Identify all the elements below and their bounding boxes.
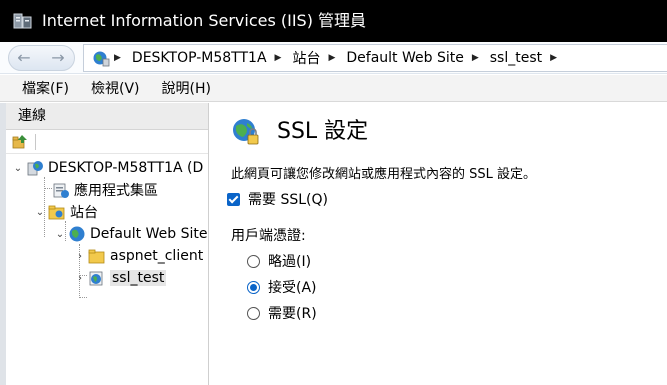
ssl-settings-page: SSL 設定 此網頁可讓您修改網站或應用程式內容的 SSL 設定。 需要 SSL… [215, 103, 667, 385]
arrow-right-icon[interactable]: → [47, 48, 69, 68]
folder-icon [88, 249, 105, 264]
breadcrumb-item-server[interactable]: DESKTOP-M58TT1A [132, 50, 267, 66]
menu-file[interactable]: 檔案(F) [0, 78, 80, 98]
tree-item-server[interactable]: ⌄ DESKTOP-M58TT1A (D [12, 157, 204, 179]
chevron-right-icon[interactable]: ▶ [275, 53, 282, 63]
tree-item-aspnet-client[interactable]: › aspnet_client [74, 245, 203, 267]
toolbar-divider [35, 134, 36, 150]
radio-ignore[interactable]: 略過(I) [247, 251, 311, 271]
web-app-icon [89, 271, 103, 286]
menu-help[interactable]: 說明(H) [151, 78, 222, 98]
require-ssl-label: 需要 SSL(Q) [248, 192, 328, 208]
address-bar[interactable]: ▶ DESKTOP-M58TT1A ▶ 站台 ▶ Default Web Sit… [83, 44, 667, 72]
radio-accept[interactable]: 接受(A) [247, 277, 317, 297]
address-toolbar: ← → ▶ DESKTOP-M58TT1A ▶ 站台 ▶ Default Web… [0, 42, 667, 74]
radio-label: 接受(A) [268, 280, 317, 296]
tree-item-app-pools[interactable]: 應用程式集區 [50, 179, 158, 201]
chevron-right-icon[interactable]: ▶ [328, 53, 335, 63]
tree-label: 站台 [70, 205, 98, 221]
tree-label: aspnet_client [110, 248, 204, 264]
radio-label: 需要(R) [268, 306, 317, 322]
radio-checked-icon[interactable] [247, 280, 260, 294]
connections-header: 連線 [6, 103, 208, 130]
connections-toolbar [6, 130, 208, 154]
iis-manager-icon [13, 13, 32, 29]
server-icon [27, 161, 43, 176]
tree-item-default-web-site[interactable]: ⌄ Default Web Site [54, 223, 208, 245]
tree-label: 應用程式集區 [74, 183, 158, 199]
connections-panel: 連線 ⌄ DESKTOP-M58TT1A (D 應用程式集區 ⌄ 站台 ⌄ De… [0, 103, 209, 385]
arrow-left-icon[interactable]: ← [13, 48, 35, 68]
checkbox-checked-icon[interactable] [227, 192, 240, 206]
tree-label: ssl_test [110, 270, 167, 286]
ssl-globe-lock-icon [233, 119, 259, 145]
window-title: Internet Information Services (IIS) 管理員 [42, 11, 367, 30]
page-description: 此網頁可讓您修改網站或應用程式內容的 SSL 設定。 [231, 167, 537, 182]
chevron-right-icon[interactable]: ▶ [472, 53, 479, 63]
title-bar: Internet Information Services (IIS) 管理員 [0, 0, 667, 42]
client-cert-label: 用戶端憑證: [231, 228, 306, 244]
tree-label: Default Web Site [90, 226, 208, 242]
tree-item-sites[interactable]: ⌄ 站台 [34, 201, 98, 223]
chevron-down-icon[interactable]: ⌄ [12, 163, 24, 174]
chevron-down-icon[interactable]: ⌄ [54, 229, 66, 240]
connect-icon[interactable] [12, 134, 28, 150]
chevron-right-icon[interactable]: › [74, 251, 86, 262]
nav-buttons: ← → [8, 45, 75, 71]
tree-connector [79, 297, 87, 298]
menu-bar: 檔案(F) 檢視(V) 說明(H) [0, 75, 667, 102]
tree-label: DESKTOP-M58TT1A (D [48, 160, 204, 176]
radio-require[interactable]: 需要(R) [247, 303, 317, 323]
page-title: SSL 設定 [277, 119, 369, 144]
globe-icon [93, 51, 110, 67]
sites-folder-icon [48, 205, 65, 220]
chevron-down-icon[interactable]: ⌄ [34, 207, 46, 218]
breadcrumb-item-ssl-test[interactable]: ssl_test [490, 50, 542, 66]
chevron-right-icon[interactable]: ▶ [550, 53, 557, 63]
chevron-right-icon[interactable]: ▶ [114, 53, 121, 63]
radio-label: 略過(I) [268, 254, 312, 270]
tree-item-ssl-test[interactable]: › ssl_test [74, 267, 167, 289]
breadcrumb-item-sites[interactable]: 站台 [292, 48, 320, 68]
require-ssl-checkbox[interactable]: 需要 SSL(Q) [227, 189, 328, 209]
breadcrumb: ▶ DESKTOP-M58TT1A ▶ 站台 ▶ Default Web Sit… [114, 45, 568, 71]
globe-icon [69, 226, 85, 242]
menu-view[interactable]: 檢視(V) [80, 78, 151, 98]
radio-unchecked-icon[interactable] [247, 254, 260, 268]
breadcrumb-item-default-web-site[interactable]: Default Web Site [346, 50, 463, 66]
app-pool-icon [53, 183, 69, 198]
chevron-right-icon[interactable]: › [74, 273, 86, 284]
radio-unchecked-icon[interactable] [247, 306, 260, 320]
